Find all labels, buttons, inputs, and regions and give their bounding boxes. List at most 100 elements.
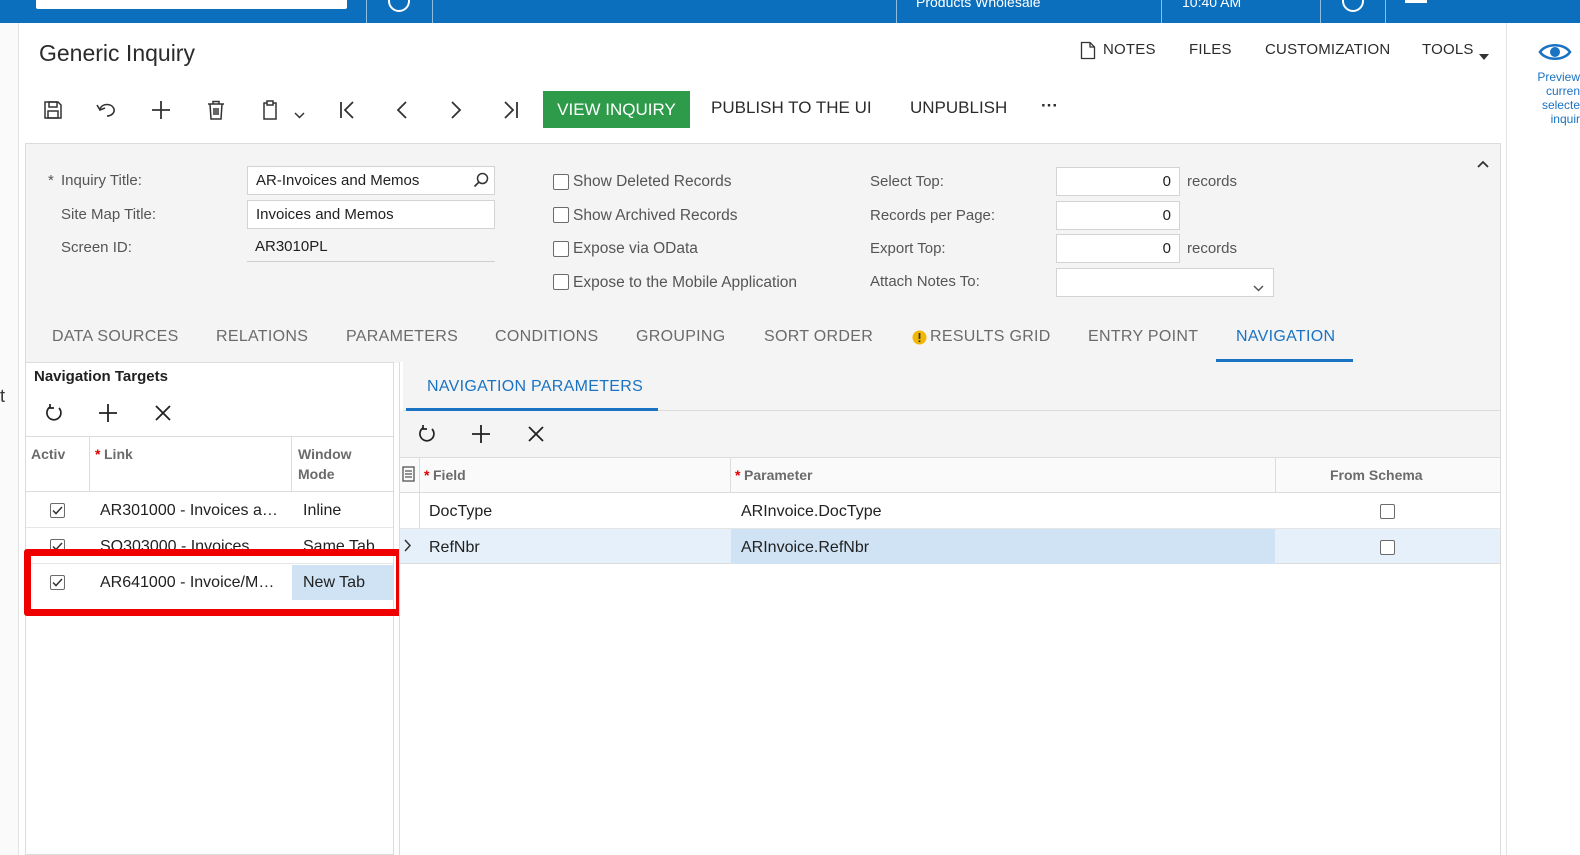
divider: [1161, 0, 1162, 23]
active-checkbox[interactable]: [50, 503, 65, 518]
highlight-annotation: [24, 549, 403, 616]
divider: [1320, 0, 1321, 23]
delete-icon[interactable]: [201, 94, 231, 126]
files-button[interactable]: FILES: [1189, 41, 1232, 58]
add-icon[interactable]: [146, 94, 176, 126]
add-icon[interactable]: [466, 419, 496, 449]
tab-conditions[interactable]: CONDITIONS: [495, 328, 598, 346]
required-marker: *: [95, 446, 101, 462]
next-record-icon[interactable]: [441, 94, 471, 126]
menu-icon[interactable]: [1405, 0, 1427, 3]
previous-record-icon[interactable]: [387, 94, 417, 126]
tab-parameters[interactable]: PARAMETERS: [346, 328, 458, 346]
column-divider: [291, 437, 292, 492]
refresh-icon[interactable]: [39, 398, 69, 428]
tab-grouping[interactable]: GROUPING: [636, 328, 726, 346]
column-header-from-schema[interactable]: From Schema: [1330, 465, 1423, 485]
attach-notes-select[interactable]: [1056, 268, 1274, 297]
records-per-page-label: Records per Page:: [870, 207, 996, 224]
preview-inquiry-link[interactable]: Preview curren selecte inquir: [1520, 70, 1580, 126]
close-icon[interactable]: [521, 419, 551, 449]
page-title: Generic Inquiry: [39, 40, 195, 66]
history-icon[interactable]: [388, 0, 410, 12]
expose-mobile-checkbox[interactable]: [553, 274, 569, 290]
view-inquiry-button[interactable]: VIEW INQUIRY: [543, 91, 690, 128]
divider: [1385, 0, 1386, 23]
field-cell[interactable]: DocType: [429, 503, 719, 521]
column-divider: [89, 437, 90, 492]
current-row-indicator-icon: [404, 539, 412, 557]
publish-to-ui-button[interactable]: PUBLISH TO THE UI: [711, 98, 872, 118]
tab-navigation-parameters[interactable]: NAVIGATION PARAMETERS: [427, 378, 643, 396]
left-sidebar: [0, 23, 19, 855]
tab-results-grid[interactable]: RESULTS GRID: [930, 328, 1051, 346]
tools-button[interactable]: TOOLS: [1422, 41, 1474, 58]
unpublish-button[interactable]: UNPUBLISH: [910, 98, 1007, 118]
records-per-page-field[interactable]: 0: [1056, 201, 1180, 230]
file-icon[interactable]: [402, 466, 415, 487]
add-icon[interactable]: [93, 398, 123, 428]
top-bar: Products Wholesale 10:40 AM: [0, 0, 1580, 23]
column-header-window-mode[interactable]: Window Mode: [298, 444, 352, 484]
show-archived-checkbox[interactable]: [553, 207, 569, 223]
company-selector[interactable]: Products Wholesale: [916, 0, 1041, 10]
last-record-icon[interactable]: [496, 94, 526, 126]
customization-button[interactable]: CUSTOMIZATION: [1265, 41, 1390, 58]
export-top-field[interactable]: 0: [1056, 234, 1180, 263]
sidebar-fragment-text: t: [0, 386, 6, 406]
attach-notes-label: Attach Notes To:: [870, 273, 980, 290]
show-deleted-label: Show Deleted Records: [573, 173, 732, 190]
parameter-cell[interactable]: ARInvoice.DocType: [741, 503, 1261, 521]
from-schema-checkbox[interactable]: [1380, 540, 1395, 555]
search-icon[interactable]: [473, 172, 489, 193]
parameter-cell[interactable]: ARInvoice.RefNbr: [741, 539, 1261, 557]
chevron-down-icon[interactable]: [1253, 279, 1264, 297]
tab-data-sources[interactable]: DATA SOURCES: [52, 328, 179, 346]
divider: [432, 0, 433, 23]
clock[interactable]: 10:40 AM: [1182, 0, 1241, 10]
export-top-unit: records: [1187, 240, 1238, 257]
eye-icon[interactable]: [1538, 40, 1572, 69]
help-icon[interactable]: [1342, 0, 1364, 12]
divider: [896, 0, 897, 23]
save-icon[interactable]: [38, 94, 68, 126]
tab-navigation[interactable]: NAVIGATION: [1236, 328, 1335, 346]
first-record-icon[interactable]: [332, 94, 362, 126]
site-map-title-field[interactable]: Invoices and Memos: [247, 200, 495, 229]
notes-button[interactable]: NOTES: [1103, 41, 1156, 58]
close-icon[interactable]: [148, 398, 178, 428]
column-header-active[interactable]: Activ: [31, 444, 65, 464]
select-top-field[interactable]: 0: [1056, 167, 1180, 196]
clipboard-icon[interactable]: [255, 94, 285, 126]
link-cell[interactable]: AR301000 - Invoices and Memos: [100, 502, 282, 520]
tools-caret-icon[interactable]: [1479, 47, 1489, 65]
tab-sort-order[interactable]: SORT ORDER: [764, 328, 873, 346]
expose-mobile-label: Expose to the Mobile Application: [573, 274, 798, 291]
column-header-link[interactable]: Link: [104, 444, 133, 464]
select-top-unit: records: [1187, 173, 1238, 190]
undo-icon[interactable]: [92, 94, 122, 126]
collapse-icon[interactable]: [1477, 155, 1489, 173]
tab-entry-point[interactable]: ENTRY POINT: [1088, 328, 1198, 346]
required-marker: *: [424, 467, 430, 483]
column-header-field[interactable]: Field: [433, 465, 466, 485]
show-archived-label: Show Archived Records: [573, 207, 738, 224]
show-deleted-checkbox[interactable]: [553, 174, 569, 190]
screen-id-value: AR3010PL: [247, 233, 495, 262]
expose-odata-checkbox[interactable]: [553, 241, 569, 257]
inquiry-title-field[interactable]: AR-Invoices and Memos: [247, 166, 495, 195]
refresh-icon[interactable]: [412, 419, 442, 449]
export-top-label: Export Top:: [870, 240, 946, 257]
divider: [366, 0, 367, 23]
from-schema-checkbox[interactable]: [1380, 504, 1395, 519]
column-divider: [730, 458, 731, 493]
field-cell[interactable]: RefNbr: [429, 539, 719, 557]
grid-toolbar: [400, 411, 1500, 458]
global-search-input[interactable]: [36, 0, 347, 9]
window-mode-cell[interactable]: Inline: [303, 502, 388, 520]
tab-relations[interactable]: RELATIONS: [216, 328, 308, 346]
chevron-down-icon[interactable]: [294, 106, 305, 124]
right-side-panel: [1506, 23, 1580, 855]
more-actions-button[interactable]: ···: [1041, 96, 1058, 116]
column-header-parameter[interactable]: Parameter: [744, 465, 813, 485]
